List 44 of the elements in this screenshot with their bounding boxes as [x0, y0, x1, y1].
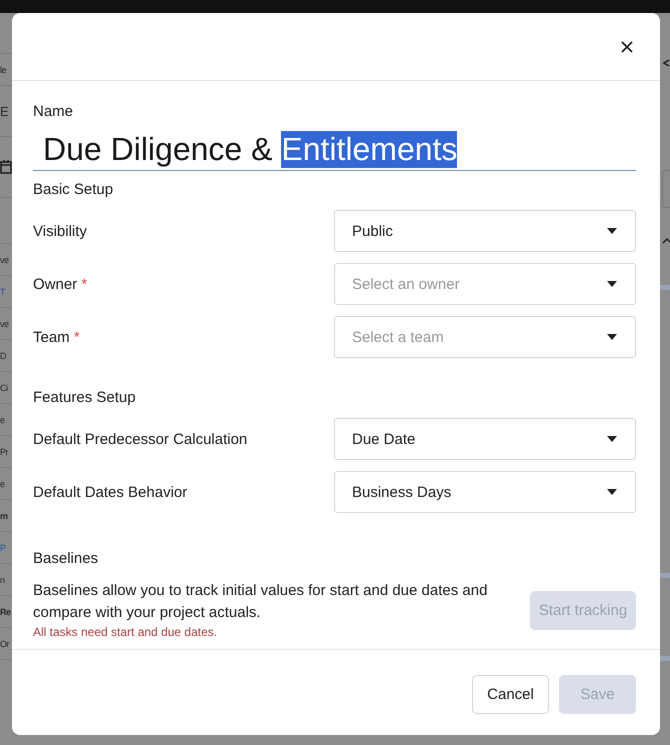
background-text: Re [0, 606, 11, 616]
caret-icon [607, 436, 617, 442]
field-label: Default Predecessor Calculation [33, 430, 248, 448]
background-text: m [0, 510, 8, 520]
field-label: Team * [33, 328, 80, 346]
background-text: D [0, 350, 6, 360]
chevron-icon [662, 59, 670, 67]
background-text: Pr [0, 446, 8, 456]
background-bar [660, 656, 670, 661]
calendar-icon [0, 160, 12, 174]
background-text: P [0, 542, 6, 552]
field-label: Default Dates Behavior [33, 484, 188, 500]
dropdown[interactable]: Due Date [334, 418, 636, 460]
caret-icon [607, 334, 617, 340]
caret-icon [607, 281, 617, 287]
section-title: Baselines [33, 550, 100, 567]
chevron-icon [662, 237, 670, 245]
background-text: le [0, 64, 6, 74]
description-text: Baselines allow you to track initial values for start and due dates and compare with your project actuals. [33, 581, 488, 623]
background-text: Ci [0, 382, 8, 392]
section-title: Basic Setup [33, 181, 114, 198]
background-text: ve [0, 254, 9, 264]
background-text: ve [0, 318, 9, 328]
caret-icon [607, 228, 617, 234]
section-title: Features Setup [33, 389, 137, 406]
field-label: Name [33, 103, 74, 120]
background-text: e [0, 414, 5, 424]
background-text: T [0, 286, 5, 296]
field-label: Visibility [33, 222, 87, 240]
name-input[interactable]: Due Diligence & Entitlements [33, 128, 636, 171]
caret-icon [607, 489, 617, 495]
error-text: All tasks need start and due dates. [33, 625, 218, 639]
background-text: n [0, 574, 5, 584]
field-label: Owner * [33, 276, 88, 292]
close-icon [620, 40, 634, 54]
cancel-button[interactable]: Cancel [472, 674, 549, 714]
dropdown[interactable]: Public [334, 210, 636, 252]
dropdown[interactable]: Business Days [334, 471, 636, 513]
background-bar [660, 285, 670, 290]
background-text: Or [0, 638, 9, 648]
background-bar [660, 573, 670, 578]
background-text: E [0, 104, 8, 118]
background-text: e [0, 478, 5, 488]
close-button[interactable] [620, 40, 634, 54]
